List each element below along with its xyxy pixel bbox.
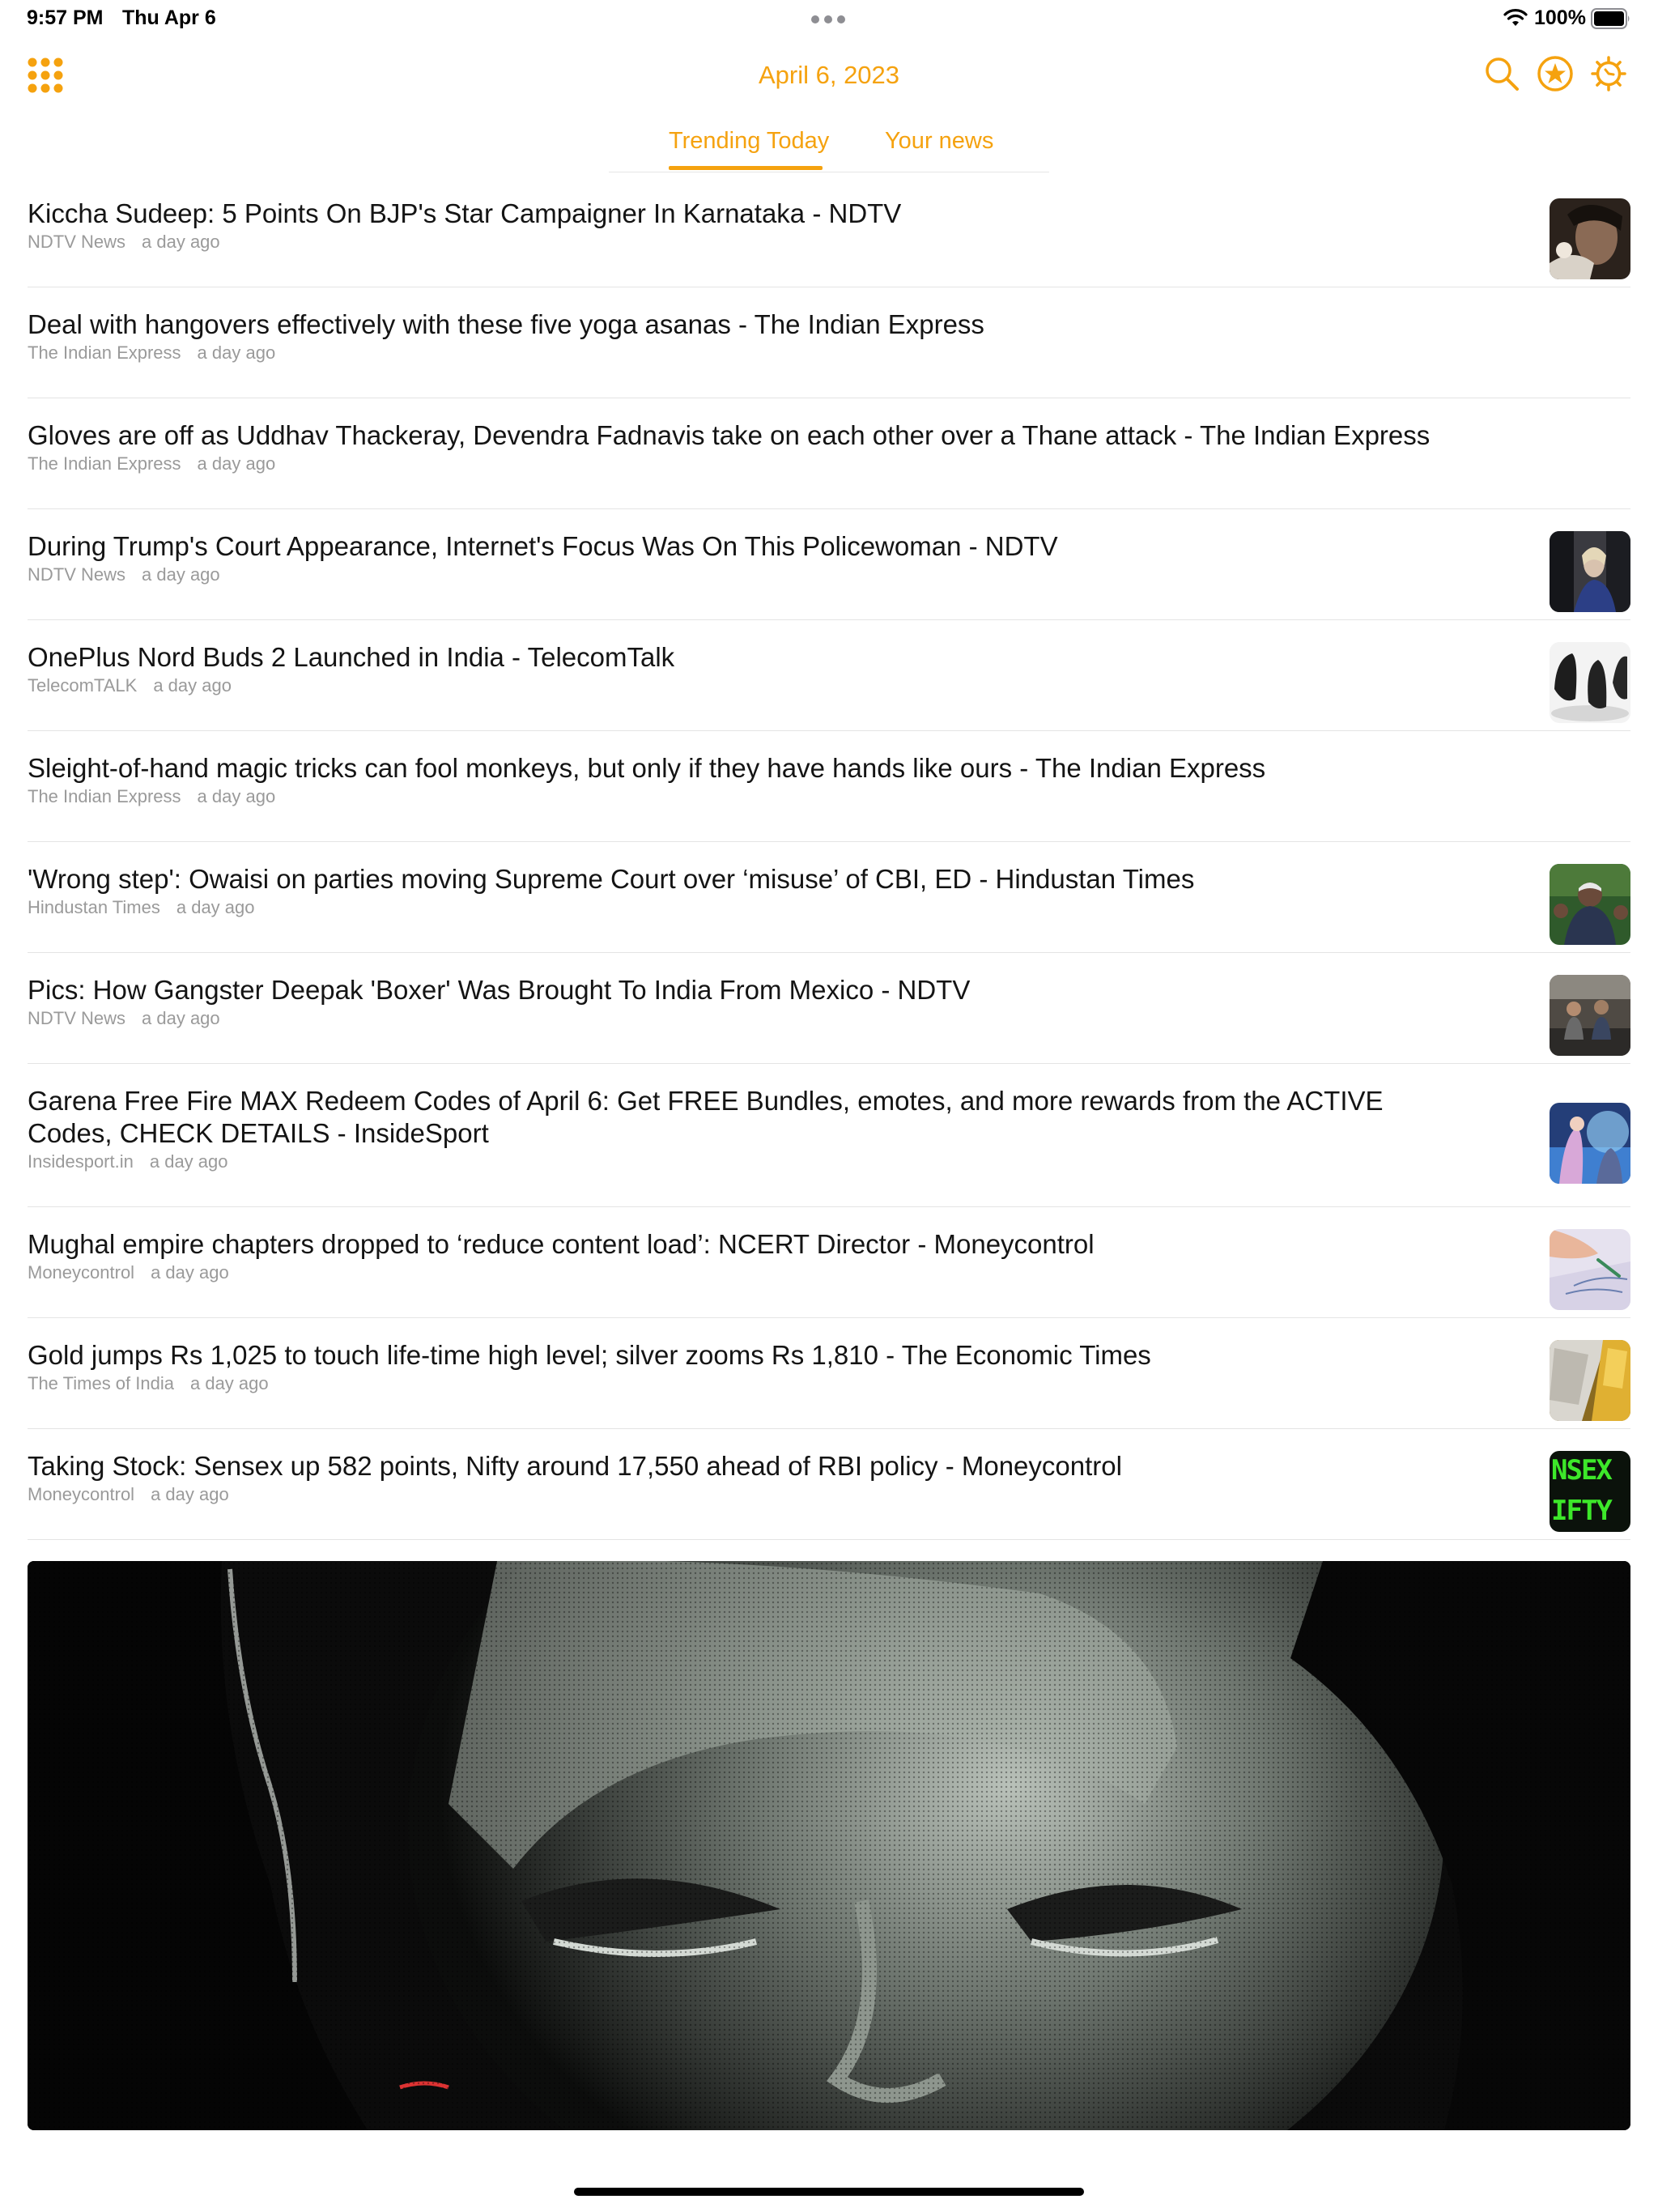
wifi-icon	[1503, 9, 1528, 26]
news-title: Mughal empire chapters dropped to ‘reduc…	[28, 1229, 1095, 1259]
news-time: a day ago	[197, 453, 276, 474]
battery-icon	[1591, 8, 1630, 29]
news-time: a day ago	[151, 1484, 229, 1504]
news-meta: NDTV News a day ago	[28, 1008, 220, 1029]
news-meta: The Indian Express a day ago	[28, 786, 275, 807]
news-meta: Hindustan Times a day ago	[28, 897, 255, 918]
news-time: a day ago	[176, 897, 255, 917]
news-meta: NDTV News a day ago	[28, 564, 220, 585]
news-item[interactable]: Gold jumps Rs 1,025 to touch life-time h…	[28, 1318, 1630, 1429]
news-thumbnail	[1550, 642, 1630, 723]
news-item[interactable]: During Trump's Court Appearance, Interne…	[28, 509, 1630, 620]
page-title-date: April 6, 2023	[758, 61, 900, 89]
news-thumbnail: NSEX IFTY	[1550, 1451, 1630, 1532]
news-thumbnail	[1550, 1340, 1630, 1421]
news-thumbnail	[1550, 1103, 1630, 1184]
news-item[interactable]: Deal with hangovers effectively with the…	[28, 287, 1630, 398]
news-title: Gloves are off as Uddhav Thackeray, Deve…	[28, 420, 1431, 450]
news-thumbnail	[1550, 975, 1630, 1056]
news-source: Moneycontrol	[28, 1262, 135, 1283]
news-title: Pics: How Gangster Deepak 'Boxer' Was Br…	[28, 975, 971, 1005]
news-title: Deal with hangovers effectively with the…	[28, 309, 984, 339]
news-meta: The Indian Express a day ago	[28, 453, 275, 474]
news-meta: Moneycontrol a day ago	[28, 1484, 229, 1505]
news-source: The Indian Express	[28, 342, 181, 363]
news-time: a day ago	[142, 232, 220, 252]
news-time: a day ago	[142, 1008, 220, 1028]
news-title: Gold jumps Rs 1,025 to touch life-time h…	[28, 1340, 1151, 1370]
news-meta: Insidesport.in a day ago	[28, 1151, 228, 1172]
battery-percentage: 100%	[1534, 6, 1586, 29]
news-time: a day ago	[142, 564, 220, 585]
news-item[interactable]: Mughal empire chapters dropped to ‘reduc…	[28, 1207, 1630, 1318]
news-source: NDTV News	[28, 564, 126, 585]
news-item[interactable]: Sleight-of-hand magic tricks can fool mo…	[28, 731, 1630, 842]
status-date: Thu Apr 6	[122, 6, 216, 29]
news-source: Moneycontrol	[28, 1484, 135, 1504]
tab-your-news[interactable]: Your news	[885, 128, 993, 155]
news-time: a day ago	[151, 1262, 229, 1283]
news-time: a day ago	[189, 1373, 269, 1393]
news-item[interactable]: Gloves are off as Uddhav Thackeray, Deve…	[28, 398, 1630, 509]
home-indicator[interactable]	[574, 2188, 1084, 2196]
search-icon[interactable]	[1483, 55, 1520, 92]
news-source: NDTV News	[28, 1008, 126, 1028]
news-source: NDTV News	[28, 232, 126, 252]
news-title: Sleight-of-hand magic tricks can fool mo…	[28, 753, 1266, 783]
news-title: Garena Free Fire MAX Redeem Codes of Apr…	[28, 1086, 1384, 1148]
news-title: OnePlus Nord Buds 2 Launched in India - …	[28, 642, 675, 672]
news-item[interactable]: OnePlus Nord Buds 2 Launched in India - …	[28, 620, 1630, 731]
tab-trending-today[interactable]: Trending Today	[669, 128, 829, 155]
news-meta: The Times of India a day ago	[28, 1373, 269, 1394]
news-tabs: Trending Today Your news	[609, 121, 1049, 172]
status-bar: 9:57 PM Thu Apr 6 100%	[0, 0, 1658, 39]
news-time: a day ago	[197, 786, 276, 806]
news-time: a day ago	[197, 342, 276, 363]
status-time: 9:57 PM	[27, 6, 104, 29]
thumbnail-text: IFTY	[1551, 1495, 1613, 1527]
news-thumbnail	[1550, 1229, 1630, 1310]
news-source: The Times of India	[28, 1373, 174, 1393]
news-source: TelecomTALK	[28, 675, 138, 696]
news-item[interactable]: 'Wrong step': Owaisi on parties moving S…	[28, 842, 1630, 953]
news-thumbnail	[1550, 864, 1630, 945]
news-title: Kiccha Sudeep: 5 Points On BJP's Star Ca…	[28, 198, 902, 228]
gear-icon[interactable]	[1590, 55, 1627, 92]
news-item[interactable]: Garena Free Fire MAX Redeem Codes of Apr…	[28, 1064, 1630, 1207]
news-list: Kiccha Sudeep: 5 Points On BJP's Star Ca…	[28, 177, 1630, 1540]
multitasking-dots-icon[interactable]	[811, 15, 845, 23]
news-title: Taking Stock: Sensex up 582 points, Nift…	[28, 1451, 1122, 1481]
news-meta: NDTV News a day ago	[28, 232, 220, 253]
news-source: The Indian Express	[28, 786, 181, 806]
news-meta: Moneycontrol a day ago	[28, 1262, 229, 1283]
news-item[interactable]: Pics: How Gangster Deepak 'Boxer' Was Br…	[28, 953, 1630, 1064]
news-source: Insidesport.in	[28, 1151, 134, 1172]
news-time: a day ago	[153, 675, 232, 696]
news-time: a day ago	[149, 1151, 228, 1172]
news-item[interactable]: Taking Stock: Sensex up 582 points, Nift…	[28, 1429, 1630, 1540]
news-source: The Indian Express	[28, 453, 181, 474]
star-icon[interactable]	[1537, 55, 1574, 92]
news-item[interactable]: Kiccha Sudeep: 5 Points On BJP's Star Ca…	[28, 177, 1630, 287]
news-title: 'Wrong step': Owaisi on parties moving S…	[28, 864, 1195, 894]
featured-news-image[interactable]	[28, 1561, 1630, 2130]
news-meta: The Indian Express a day ago	[28, 342, 275, 364]
active-tab-indicator	[669, 166, 823, 170]
thumbnail-text: NSEX	[1551, 1454, 1613, 1487]
news-source: Hindustan Times	[28, 897, 160, 917]
news-thumbnail	[1550, 198, 1630, 279]
news-thumbnail	[1550, 531, 1630, 612]
news-meta: TelecomTALK a day ago	[28, 675, 232, 696]
news-title: During Trump's Court Appearance, Interne…	[28, 531, 1058, 561]
